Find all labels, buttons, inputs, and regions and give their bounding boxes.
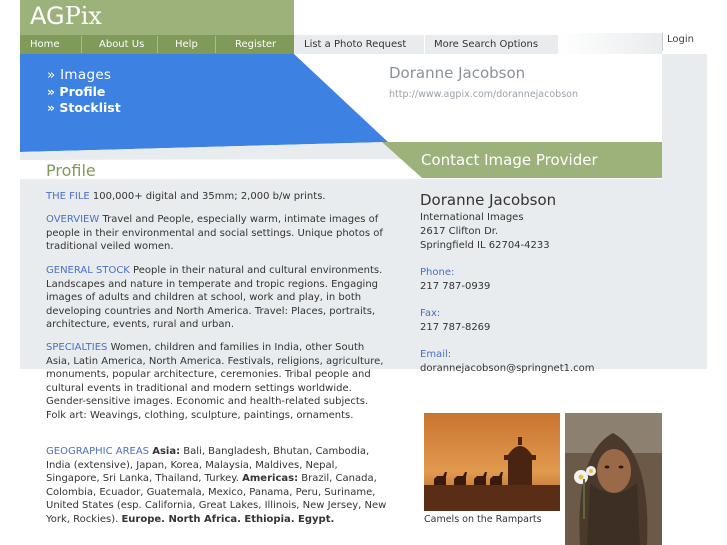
login-link[interactable]: Login (667, 34, 694, 45)
the-file-text: 100,000+ digital and 35mm; 2,000 b/w pri… (89, 191, 326, 202)
portrait-image (565, 413, 662, 545)
provider-url[interactable]: http://www.agpix.com/dorannejacobson (389, 89, 578, 100)
general-stock-paragraph: GENERAL STOCK People in their natural an… (46, 264, 391, 332)
nav-divider (81, 36, 82, 53)
logo-ag: AG (30, 2, 65, 30)
camels-photo[interactable] (424, 413, 560, 511)
overview-label: OVERVIEW (46, 214, 100, 225)
nav-photo-request[interactable]: List a Photo Request (304, 35, 406, 54)
fax-label: Fax: (420, 308, 441, 319)
overview-paragraph: OVERVIEW Travel and People, especially w… (46, 213, 391, 254)
contact-provider-banner[interactable]: Contact Image Provider (421, 151, 598, 169)
nav-divider (157, 36, 158, 53)
general-stock-label: GENERAL STOCK (46, 265, 130, 276)
phone-value: 217 787-0939 (420, 281, 491, 292)
contact-company: International Images (420, 212, 524, 223)
camels-image (424, 413, 560, 511)
portrait-photo[interactable] (565, 413, 662, 545)
americas-label: Americas: (242, 473, 299, 484)
phone-label: Phone: (420, 267, 455, 278)
europe-africa-text: Europe. North Africa. Ethiopia. Egypt. (121, 513, 335, 525)
nav-divider (215, 36, 216, 53)
sidebar-link-images[interactable]: » Images (47, 67, 111, 83)
the-file-paragraph: THE FILE 100,000+ digital and 35mm; 2,00… (46, 190, 391, 204)
contact-name: Doranne Jacobson (420, 191, 557, 209)
specialties-paragraph: SPECIALTIES Women, children and families… (46, 341, 391, 422)
fax-value: 217 787-8269 (420, 322, 491, 333)
geographic-paragraph: GEOGRAPHIC AREAS Asia: Bali, Bangladesh,… (46, 445, 391, 526)
provider-name-heading: Doranne Jacobson (389, 64, 526, 82)
email-value[interactable]: dorannejacobson@springnet1.com (420, 363, 595, 374)
logo-block: AGPix (20, 0, 294, 35)
specialties-text: Women, children and families in India, o… (46, 342, 384, 421)
nav-register[interactable]: Register (235, 35, 276, 54)
specialties-label: SPECIALTIES (46, 342, 108, 353)
sidebar-link-stocklist[interactable]: » Stocklist (47, 100, 121, 115)
agpix-logo[interactable]: AGPix (30, 2, 102, 30)
the-file-label: THE FILE (46, 191, 90, 202)
nav-divider (424, 35, 425, 54)
email-label: Email: (420, 349, 452, 360)
sidebar-link-profile[interactable]: » Profile (47, 84, 105, 99)
camels-caption: Camels on the Ramparts (424, 514, 542, 525)
nav-search-options[interactable]: More Search Options (434, 35, 538, 54)
contact-street: 2617 Clifton Dr. (420, 226, 499, 237)
logo-pix: Pix (64, 2, 102, 30)
profile-title: Profile (46, 161, 96, 180)
nav-home[interactable]: Home (30, 35, 60, 54)
nav-about-us[interactable]: About Us (99, 35, 144, 54)
asia-label: Asia: (152, 446, 181, 457)
nav-help[interactable]: Help (175, 35, 198, 54)
contact-city: Springfield IL 62704-4233 (420, 240, 550, 251)
banner-graphic (20, 54, 662, 179)
geographic-label: GEOGRAPHIC AREAS (46, 446, 150, 457)
secondary-nav-fade (558, 33, 662, 54)
